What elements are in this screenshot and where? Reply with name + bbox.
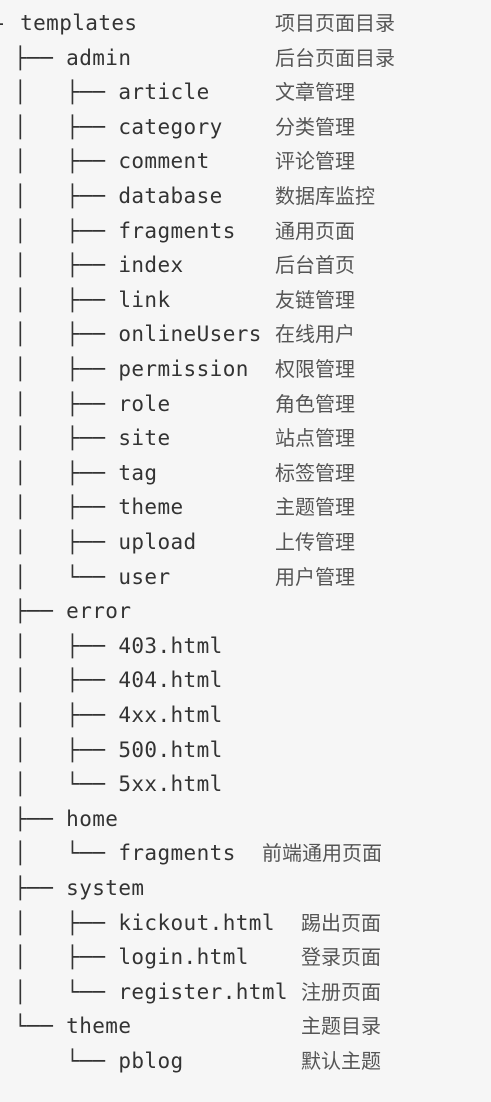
tree-entry: │ └── 5xx.html: [14, 772, 223, 797]
tree-line: │ └── register.html 注册页面: [0, 975, 491, 1009]
tree-entry: - templates: [0, 11, 138, 35]
tree-entry: │ ├── comment: [14, 149, 210, 174]
entry-description: 数据库监控: [275, 184, 375, 208]
entry-description: 主题管理: [275, 495, 355, 520]
tree-entry: ├── admin: [14, 45, 132, 70]
tree-entry: ├── home: [14, 806, 119, 831]
tree-entry: │ ├── 4xx.html: [14, 703, 223, 727]
tree-entry: │ ├── category: [14, 114, 223, 139]
tree-line: │ ├── 403.html: [0, 629, 491, 663]
entry-description: 标签管理: [275, 460, 355, 485]
tree-line: │ └── fragments 前端通用页面: [0, 836, 491, 870]
tree-line: │ ├── login.html 登录页面: [0, 940, 491, 974]
tree-entry: │ ├── site: [14, 426, 171, 451]
tree-line: │ ├── index 后台首页: [0, 248, 491, 282]
tree-entry: │ └── fragments: [14, 841, 236, 866]
entry-description: 上传管理: [275, 530, 355, 554]
entry-description: 友链管理: [275, 287, 355, 312]
tree-entry: │ ├── role: [14, 391, 171, 416]
tree-entry: │ ├── database: [14, 184, 223, 208]
tree-line: │ ├── role 角色管理: [0, 387, 491, 421]
entry-description: 默认主题: [301, 1049, 381, 1073]
tree-line: │ ├── fragments 通用页面: [0, 214, 491, 248]
tree-entry: │ ├── permission: [14, 357, 249, 381]
tree-entry: │ ├── article: [14, 80, 210, 105]
tree-line: │ ├── category 分类管理: [0, 110, 491, 144]
tree-entry: │ ├── upload: [14, 530, 197, 554]
tree-entry: │ ├── link: [14, 287, 171, 312]
entry-description: 评论管理: [275, 149, 355, 174]
tree-line: │ ├── article 文章管理: [0, 75, 491, 109]
entry-description: 踢出页面: [301, 910, 381, 935]
tree-line: │ ├── theme 主题管理: [0, 490, 491, 524]
tree-entry: ├── error: [14, 599, 132, 624]
tree-line: │ ├── 404.html: [0, 663, 491, 697]
tree-entry: │ ├── fragments: [14, 218, 236, 243]
tree-line: │ └── 5xx.html: [0, 767, 491, 801]
entry-description: 后台首页: [275, 253, 355, 278]
tree-line: │ ├── onlineUsers 在线用户: [0, 317, 491, 351]
entry-description: 分类管理: [275, 114, 355, 139]
tree-entry: │ ├── 403.html: [14, 633, 223, 658]
entry-description: 项目页面目录: [275, 11, 395, 35]
entry-description: 主题目录: [301, 1014, 381, 1039]
entry-description: 在线用户: [275, 322, 355, 347]
tree-line: │ ├── comment 评论管理: [0, 144, 491, 178]
tree-entry: └── theme: [14, 1014, 132, 1039]
tree-entry: │ ├── 404.html: [14, 668, 223, 693]
tree-line: │ ├── kickout.html 踢出页面: [0, 906, 491, 940]
tree-line: ├── home: [0, 802, 491, 836]
tree-entry: │ ├── kickout.html: [14, 910, 275, 935]
tree-line: │ ├── upload 上传管理: [0, 525, 491, 559]
tree-line: ├── error: [0, 594, 491, 628]
tree-entry: │ ├── theme: [14, 495, 184, 520]
tree-entry: │ └── user: [14, 564, 171, 589]
entry-description: 注册页面: [301, 979, 381, 1004]
entry-description: 后台页面目录: [275, 45, 395, 70]
entry-description: 通用页面: [275, 218, 355, 243]
tree-line: └── theme 主题目录: [0, 1009, 491, 1043]
tree-line: │ ├── permission 权限管理: [0, 352, 491, 386]
tree-line: │ ├── tag 标签管理: [0, 456, 491, 490]
tree-entry: │ ├── index: [14, 253, 184, 278]
tree-entry: ├── system: [14, 876, 145, 900]
tree-entry: │ ├── 500.html: [14, 737, 223, 762]
tree-line: │ ├── database 数据库监控: [0, 179, 491, 213]
tree-entry: └── pblog: [14, 1049, 184, 1073]
tree-entry: │ ├── tag: [14, 460, 158, 485]
entry-description: 角色管理: [275, 391, 355, 416]
code-block: - templates 项目页面目录 ├── admin 后台页面目录 │ ├── ar…: [0, 0, 491, 1102]
tree-line: │ ├── 4xx.html: [0, 698, 491, 732]
tree-line: ├── admin 后台页面目录: [0, 41, 491, 75]
tree-entry: │ ├── login.html: [14, 945, 249, 970]
tree-entry: │ ├── onlineUsers: [14, 322, 262, 347]
entry-description: 权限管理: [275, 357, 355, 381]
entry-description: 登录页面: [301, 945, 381, 970]
tree-line: ├── system: [0, 871, 491, 905]
tree-line: │ ├── site 站点管理: [0, 421, 491, 455]
tree-line: └── pblog 默认主题: [0, 1044, 491, 1078]
tree-line: │ ├── link 友链管理: [0, 283, 491, 317]
tree-line: - templates 项目页面目录: [0, 6, 491, 40]
entry-description: 站点管理: [275, 426, 355, 451]
tree-line: │ └── user 用户管理: [0, 560, 491, 594]
entry-description: 文章管理: [275, 80, 355, 105]
entry-description: 前端通用页面: [262, 841, 382, 866]
tree-entry: │ └── register.html: [14, 979, 288, 1004]
entry-description: 用户管理: [275, 564, 355, 589]
tree-line: │ ├── 500.html: [0, 733, 491, 767]
